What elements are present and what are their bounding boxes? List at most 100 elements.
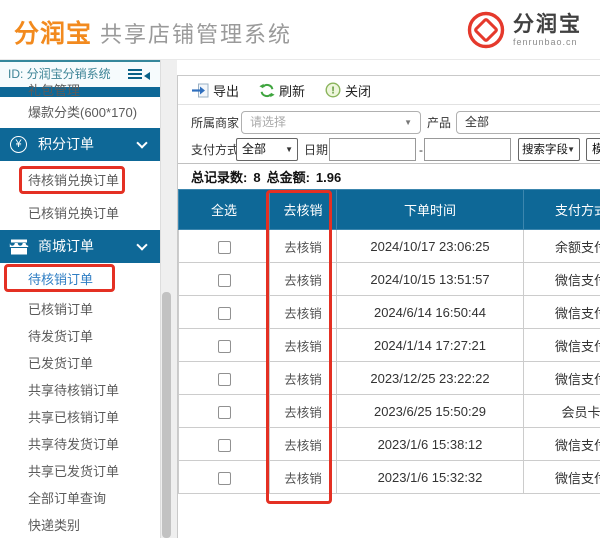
row-checkbox[interactable]	[218, 340, 231, 353]
merchant-select[interactable]: 请选择 ▼	[241, 111, 421, 134]
column-order-time: 下单时间	[337, 190, 524, 230]
column-select-all[interactable]: 全选	[179, 190, 270, 230]
merchant-label: 所属商家	[191, 111, 239, 135]
summary-bar: 总记录数:8总金额:1.96	[191, 167, 347, 186]
search-field-select[interactable]: 搜索字段 ▼	[518, 138, 580, 161]
chevron-down-icon: ▼	[567, 139, 575, 160]
order-time: 2024/1/14 17:27:21	[337, 329, 524, 362]
sidebar-section-label: 积分订单	[38, 128, 94, 161]
brand-name: 分润宝	[14, 14, 92, 50]
payment-method: 微信支付	[524, 428, 600, 461]
system-id-label: ID: 分润宝分销系统	[8, 67, 111, 81]
sidebar-item[interactable]: 共享已发货订单	[0, 458, 160, 485]
scrollbar-thumb[interactable]	[162, 292, 171, 538]
app-window: 分润宝 共享店铺管理系统 分润宝 fenrunbao.cn ID: 分润宝分销系…	[0, 0, 600, 538]
logo-domain: fenrunbao.cn	[513, 37, 582, 47]
app-subtitle: 共享店铺管理系统	[100, 17, 292, 49]
records-value: 8	[253, 170, 260, 185]
select-cell	[179, 263, 270, 296]
sidebar-section[interactable]: 商城订单	[0, 230, 160, 263]
date-start-input[interactable]	[329, 138, 416, 161]
sidebar: ID: 分润宝分销系统 礼包管理爆款分类(600*170) ¥积分订单待核销兑换订…	[0, 60, 160, 538]
sidebar-item[interactable]: 共享待核销订单	[0, 377, 160, 404]
sidebar-item[interactable]: 共享已核销订单	[0, 404, 160, 431]
payment-method: 余额支付	[524, 230, 600, 263]
verify-button[interactable]: 去核销	[284, 241, 322, 255]
product-value: 全部	[465, 115, 489, 129]
refresh-label: 刷新	[279, 81, 305, 100]
row-checkbox[interactable]	[218, 373, 231, 386]
payment-method: 微信支付	[524, 362, 600, 395]
sidebar-item[interactable]: 已核销兑换订单	[0, 200, 160, 227]
payment-select[interactable]: 全部 ▼	[236, 138, 298, 161]
order-time: 2023/1/6 15:32:32	[337, 461, 524, 494]
sidebar-item[interactable]: 全部订单查询	[0, 485, 160, 512]
order-time: 2023/1/6 15:38:12	[337, 428, 524, 461]
row-checkbox[interactable]	[218, 406, 231, 419]
verify-button[interactable]: 去核销	[284, 406, 322, 420]
refresh-button[interactable]: 刷新	[259, 81, 305, 100]
date-end-input[interactable]	[424, 138, 511, 161]
sidebar-item[interactable]: 礼包管理	[0, 80, 160, 102]
sidebar-item[interactable]: 待核销订单	[0, 266, 160, 293]
date-label: 日期	[304, 138, 328, 162]
app-header: 分润宝 共享店铺管理系统 分润宝 fenrunbao.cn	[0, 0, 600, 60]
verify-button[interactable]: 去核销	[284, 472, 322, 486]
fuzzy-label: 模糊	[592, 142, 600, 156]
close-label: 关闭	[345, 81, 371, 100]
chevron-down-icon: ▼	[285, 139, 293, 160]
sidebar-item[interactable]: 爆款分类(600*170)	[0, 102, 160, 124]
payment-filter-value: 全部	[242, 142, 266, 156]
payment-method: 会员卡	[524, 395, 600, 428]
verify-button[interactable]: 去核销	[284, 439, 322, 453]
sidebar-item[interactable]: 已核销订单	[0, 296, 160, 323]
sidebar-section-label: 商城订单	[38, 230, 94, 263]
row-checkbox[interactable]	[218, 439, 231, 452]
sidebar-item[interactable]: 待核销兑换订单	[0, 167, 160, 194]
sidebar-section[interactable]: ¥积分订单	[0, 128, 160, 161]
row-checkbox[interactable]	[218, 472, 231, 485]
close-icon: !	[325, 82, 341, 98]
coin-logo-icon	[466, 10, 506, 50]
fuzzy-match-button[interactable]: 模糊	[586, 138, 600, 161]
order-time: 2024/10/17 23:06:25	[337, 230, 524, 263]
chevron-down-icon	[136, 239, 147, 250]
order-time: 2023/12/25 23:22:22	[337, 362, 524, 395]
verify-button[interactable]: 去核销	[284, 340, 322, 354]
select-cell	[179, 428, 270, 461]
payment-method: 微信支付	[524, 263, 600, 296]
chevron-down-icon	[136, 137, 147, 148]
row-checkbox[interactable]	[218, 307, 231, 320]
toolbar: 导出 刷新 ! 关闭	[178, 76, 600, 104]
order-time: 2023/6/25 15:50:29	[337, 395, 524, 428]
sidebar-item[interactable]: 共享待发货订单	[0, 431, 160, 458]
sidebar-item[interactable]: 待发货订单	[0, 323, 160, 350]
column-verify: 去核销	[270, 190, 337, 230]
product-label: 产品	[427, 111, 451, 135]
filter-panel: 所属商家 请选择 ▼ 产品 全部 支付方式 全部 ▼ 日期 - 搜索字段 ▼	[178, 104, 600, 164]
verify-cell: 去核销	[270, 296, 337, 329]
product-select[interactable]: 全部	[456, 111, 600, 134]
store-icon	[9, 239, 29, 255]
verify-button[interactable]: 去核销	[284, 274, 322, 288]
verify-cell: 去核销	[270, 428, 337, 461]
select-cell	[179, 362, 270, 395]
sidebar-item[interactable]: 已发货订单	[0, 350, 160, 377]
verify-button[interactable]: 去核销	[284, 307, 322, 321]
verify-cell: 去核销	[270, 395, 337, 428]
select-cell	[179, 296, 270, 329]
logo-name: 分润宝	[513, 13, 582, 37]
export-label: 导出	[213, 81, 239, 100]
order-time: 2024/10/15 13:51:57	[337, 263, 524, 296]
row-checkbox[interactable]	[218, 274, 231, 287]
verify-cell: 去核销	[270, 461, 337, 494]
select-cell	[179, 395, 270, 428]
export-button[interactable]: 导出	[192, 81, 239, 100]
main-panel: 导出 刷新 ! 关闭 所属商家	[177, 75, 600, 538]
verify-button[interactable]: 去核销	[284, 373, 322, 387]
row-checkbox[interactable]	[218, 241, 231, 254]
close-button[interactable]: ! 关闭	[325, 81, 371, 100]
table-row: 去核销 2024/10/17 23:06:25余额支付	[179, 230, 600, 263]
sidebar-item[interactable]: 快递类别	[0, 512, 160, 538]
table-row: 去核销2024/6/14 16:50:44微信支付	[179, 296, 600, 329]
